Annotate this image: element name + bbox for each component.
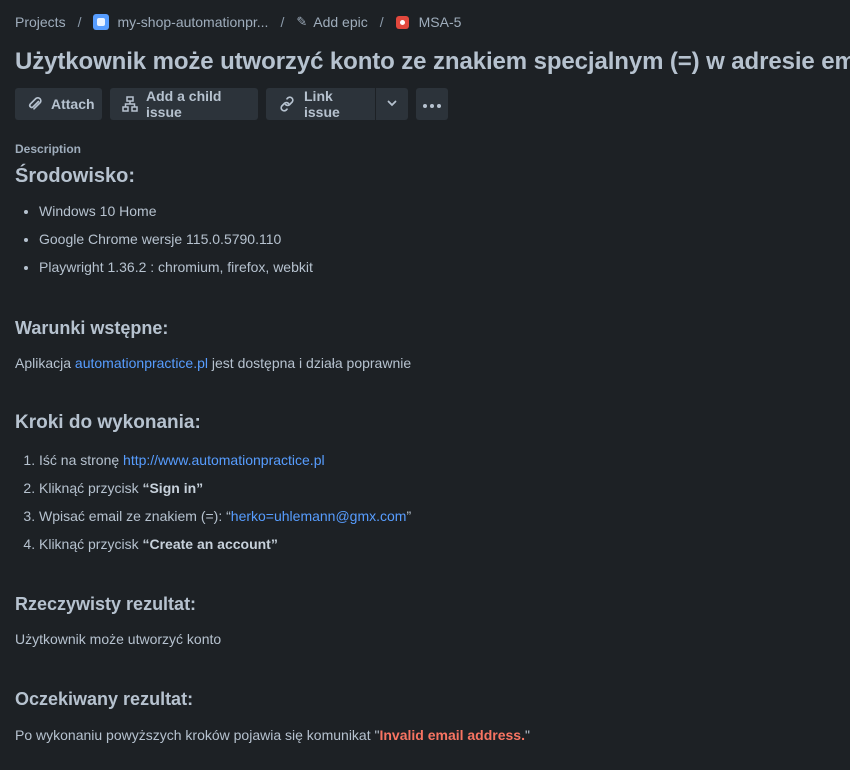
issue-view: Projects / my-shop-automationpr... / ✎ A… [0,0,850,770]
step-text: Kliknąć przycisk [39,480,143,496]
attach-label: Attach [51,96,95,112]
hierarchy-icon [122,96,138,112]
chevron-down-icon [386,96,398,112]
actual-result-text: Użytkownik może utworzyć konto [15,631,222,647]
breadcrumb: Projects / my-shop-automationpr... / ✎ A… [15,12,461,32]
preconditions-heading: Warunki wstępne: [15,318,169,338]
preconditions-prefix: Aplikacja [15,355,75,371]
list-item: Playwright 1.36.2 : chromium, firefox, w… [39,257,313,285]
add-child-issue-label: Add a child issue [146,88,222,120]
automationpractice-link[interactable]: automationpractice.pl [75,355,208,371]
more-actions-button[interactable] [416,88,448,120]
breadcrumb-add-epic[interactable]: ✎ Add epic [296,14,367,30]
step-text: Iść na stronę [39,452,124,468]
list-item: Iść na stronę http://www.automationpract… [39,450,411,478]
paperclip-icon [27,96,43,112]
list-item: Windows 10 Home [39,201,313,229]
expected-result-heading: Oczekiwany rezultat: [15,689,194,709]
error-message-text: Invalid email address. [379,727,525,743]
expected-result-text: Po wykonaniu powyższych kroków pojawia s… [15,727,530,743]
breadcrumb-separator: / [379,14,384,30]
link-issue-button[interactable]: Link issue [266,88,375,120]
preconditions-text: Aplikacja automationpractice.pl jest dos… [15,355,411,371]
description-label: Description [15,142,82,156]
actual-result-heading: Rzeczywisty rezultat: [15,594,197,614]
step-text: Kliknąć przycisk [39,536,143,552]
site-url-link[interactable]: http://www.automationpractice.pl [123,452,325,468]
breadcrumb-add-epic-label: Add epic [313,14,368,30]
issue-title[interactable]: Użytkownik może utworzyć konto ze znakie… [15,48,850,76]
list-item: Google Chrome wersje 115.0.5790.110 [39,229,313,257]
create-account-text: “Create an account” [142,536,278,552]
breadcrumb-separator: / [280,14,285,30]
environment-heading: Środowisko: [15,165,136,187]
list-item: Wpisać email ze znakiem (=): “herko=uhle… [39,506,411,534]
breadcrumb-projects[interactable]: Projects [15,14,66,30]
list-item: Kliknąć przycisk “Create an account” [39,534,411,562]
link-issue-dropdown-button[interactable] [376,88,408,120]
add-child-issue-button[interactable]: Add a child issue [110,88,258,120]
list-item: Kliknąć przycisk “Sign in” [39,478,411,506]
pencil-icon: ✎ [296,14,308,29]
steps-heading: Kroki do wykonania: [15,412,201,433]
project-icon [93,14,110,30]
email-link[interactable]: herko=uhlemann@gmx.com [231,508,407,524]
breadcrumb-issue[interactable]: MSA-5 [395,14,462,30]
step-text: Wpisać email ze znakiem (=): “ [39,508,231,524]
breadcrumb-issue-key: MSA-5 [418,14,462,30]
breadcrumb-project-label: my-shop-automationpr... [117,14,269,30]
steps-list: Iść na stronę http://www.automationpract… [0,450,411,562]
breadcrumb-separator: / [77,14,82,30]
bug-icon [395,15,409,29]
step-text: ” [406,508,412,524]
link-issue-label: Link issue [304,88,340,120]
expected-prefix: Po wykonaniu powyższych kroków pojawia s… [15,727,380,743]
preconditions-suffix: jest dostępna i działa poprawnie [208,355,412,371]
sign-in-text: “Sign in” [142,480,204,496]
environment-list: Windows 10 Home Google Chrome wersje 115… [0,201,313,285]
issue-toolbar: Attach Add a child issue Link issue [15,88,448,120]
link-icon [278,96,296,112]
more-icon [422,96,442,112]
expected-suffix: " [524,727,530,743]
breadcrumb-project[interactable]: my-shop-automationpr... [93,14,268,30]
attach-button[interactable]: Attach [15,88,102,120]
